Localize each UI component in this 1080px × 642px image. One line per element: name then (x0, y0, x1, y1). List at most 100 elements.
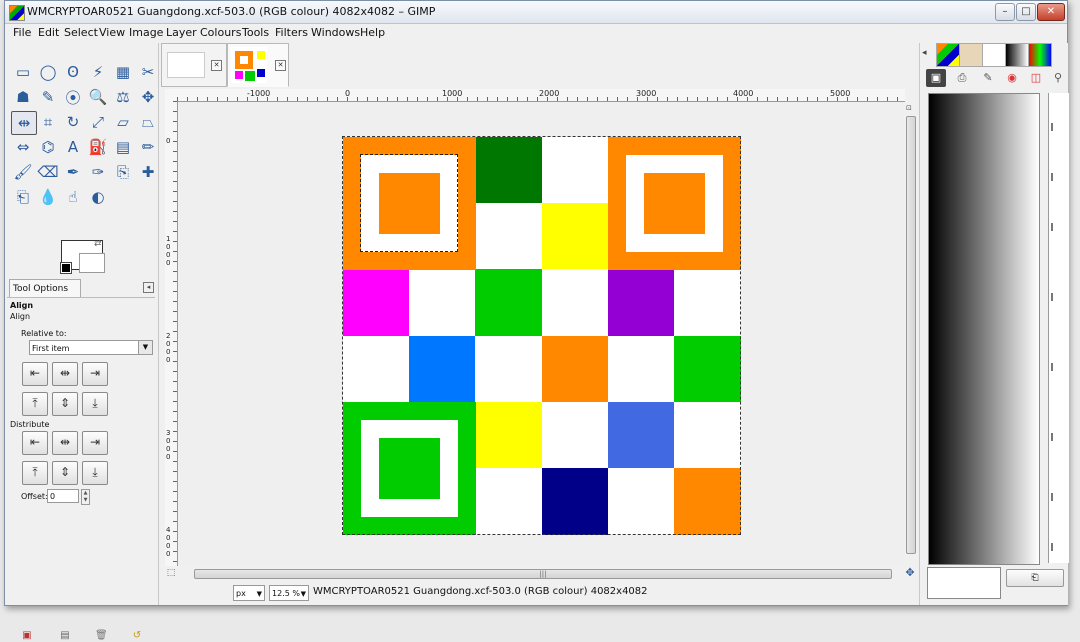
menu-help[interactable]: Help (360, 26, 385, 39)
menu-view[interactable]: View (99, 26, 125, 39)
color-wheel-icon[interactable]: ◉ (1002, 69, 1022, 87)
menu-windows[interactable]: Windows (311, 26, 360, 39)
tab-tool-options[interactable]: Tool Options (9, 279, 81, 297)
images-icon[interactable]: ▣ (926, 69, 946, 87)
save-options-icon[interactable]: ▣ (21, 630, 33, 642)
align-center-button[interactable]: ⇹ (52, 362, 78, 386)
unit-select[interactable]: px ▼ (233, 585, 265, 601)
paintbrush-icon[interactable]: 🖌 (11, 161, 35, 183)
menu-edit[interactable]: Edit (38, 26, 59, 39)
relative-to-select[interactable]: First item ▼ (29, 340, 153, 355)
gradient-preview[interactable] (928, 93, 1040, 565)
image-tab-1[interactable]: ✕ (161, 43, 227, 87)
align-left-button[interactable]: ⇤ (22, 362, 48, 386)
background-color-swatch[interactable] (79, 253, 105, 273)
distribute-right-button[interactable]: ⇥ (82, 431, 108, 455)
smudge-icon[interactable]: ☝ (61, 186, 85, 208)
close-icon[interactable]: ✕ (211, 60, 222, 71)
eraser-icon[interactable]: ⌫ (36, 161, 60, 183)
restore-options-icon[interactable]: ▤ (59, 630, 71, 642)
select-by-color-icon[interactable]: ▦ (111, 61, 135, 83)
dock-list-panel[interactable] (1048, 93, 1069, 563)
color-picker-icon[interactable]: ⦿ (61, 86, 85, 108)
scissors-select-icon[interactable]: ✂ (136, 61, 160, 83)
perspective-icon[interactable]: ⏢ (136, 111, 160, 133)
ellipse-select-icon[interactable]: ◯ (36, 61, 60, 83)
image-content[interactable] (343, 137, 741, 535)
menu-tools[interactable]: Tools (242, 26, 269, 39)
swap-colors-icon[interactable]: ⇄ (94, 239, 102, 249)
horizontal-scroll-thumb[interactable]: ||| (194, 569, 892, 579)
paint-dynamics-icon[interactable]: ✎ (978, 69, 998, 87)
title-bar[interactable]: WMCRYPTOAR0521 Guangdong.xcf-503.0 (RGB … (5, 1, 1067, 24)
bucket-fill-icon[interactable]: ⛽ (86, 136, 110, 158)
vertical-scroll-thumb[interactable] (906, 116, 916, 554)
menu-select[interactable]: Select (64, 26, 98, 39)
zoom-icon[interactable]: 🔍 (86, 86, 110, 108)
align-right-button[interactable]: ⇥ (82, 362, 108, 386)
reset-options-icon[interactable]: ↺ (131, 630, 143, 642)
brush-preview[interactable] (927, 567, 1001, 599)
distribute-top-button[interactable]: ⤒ (22, 461, 48, 485)
align-top-button[interactable]: ⤒ (22, 392, 48, 416)
menu-filters[interactable]: Filters (275, 26, 308, 39)
fuzzy-select-icon[interactable]: ⚡ (86, 61, 110, 83)
dock-menu-icon[interactable]: ◂ (922, 48, 927, 58)
image-tab-2[interactable]: ✕ (227, 43, 289, 87)
distribute-middle-button[interactable]: ⇕ (52, 461, 78, 485)
ink-icon[interactable]: ✑ (86, 161, 110, 183)
heal-icon[interactable]: ✚ (136, 161, 160, 183)
image-canvas[interactable] (178, 102, 904, 566)
align-icon[interactable]: ⇹ (11, 111, 37, 135)
close-icon[interactable]: ✕ (275, 60, 286, 71)
rotate-icon[interactable]: ↻ (61, 111, 85, 133)
document-history-icon[interactable]: ⎙ (952, 69, 972, 87)
align-bottom-button[interactable]: ⤓ (82, 392, 108, 416)
navigate-icon[interactable]: ✥ (904, 567, 916, 579)
tab-fonts[interactable] (982, 43, 1006, 67)
paths-icon[interactable]: ✎ (36, 86, 60, 108)
airbrush-icon[interactable]: ✒ (61, 161, 85, 183)
foreground-select-icon[interactable]: ☗ (11, 86, 35, 108)
tab-patterns[interactable] (936, 43, 960, 67)
menu-colours[interactable]: Colours (200, 26, 241, 39)
align-middle-button[interactable]: ⇕ (52, 392, 78, 416)
tab-palettes[interactable] (1028, 43, 1052, 67)
blur-icon[interactable]: 💧 (36, 186, 60, 208)
free-select-icon[interactable]: ʘ (61, 61, 85, 83)
tab-gradients[interactable] (1005, 43, 1029, 67)
pencil-icon[interactable]: ✏ (136, 136, 160, 158)
flip-icon[interactable]: ⇔ (11, 136, 35, 158)
offset-spinner[interactable]: ▲ ▼ (81, 489, 90, 505)
dodge-burn-icon[interactable]: ◐ (86, 186, 110, 208)
vertical-scrollbar[interactable]: ⊡ (904, 102, 916, 566)
default-colors-icon[interactable] (60, 262, 72, 274)
menu-file[interactable]: File (13, 26, 31, 39)
distribute-center-button[interactable]: ⇹ (52, 431, 78, 455)
zoom-fit-icon[interactable]: ⊡ (906, 104, 912, 112)
horizontal-scrollbar[interactable]: ||| (178, 567, 904, 579)
rect-select-icon[interactable]: ▭ (11, 61, 35, 83)
cage-transform-icon[interactable]: ⌬ (36, 136, 60, 158)
blend-icon[interactable]: ▤ (111, 136, 135, 158)
shear-icon[interactable]: ▱ (111, 111, 135, 133)
quick-mask-icon[interactable]: ⬚ (165, 567, 177, 579)
tool-presets-icon[interactable]: ◫ (1026, 69, 1046, 87)
offset-input[interactable]: 0 (47, 489, 79, 503)
vertical-ruler[interactable]: 0 1000 2000 3000 4000 (165, 101, 178, 566)
tool-options-menu-icon[interactable]: ◂ (143, 282, 154, 293)
minimize-button[interactable]: – (995, 3, 1015, 21)
menu-layer[interactable]: Layer (166, 26, 197, 39)
text-icon[interactable]: A (61, 136, 85, 158)
tab-brushes[interactable] (959, 43, 983, 67)
clone-icon[interactable]: ⎘ (111, 161, 135, 183)
horizontal-ruler[interactable]: -1000 0 1000 2000 3000 4000 5000 (177, 89, 905, 102)
fonts-icon[interactable]: ⚲ (1048, 69, 1068, 87)
distribute-left-button[interactable]: ⇤ (22, 431, 48, 455)
crop-icon[interactable]: ⌗ (36, 111, 60, 133)
scale-icon[interactable]: ⤢ (86, 111, 110, 133)
menu-image[interactable]: Image (129, 26, 163, 39)
perspective-clone-icon[interactable]: ⎗ (11, 186, 35, 208)
distribute-bottom-button[interactable]: ⤓ (82, 461, 108, 485)
selection-marquee[interactable] (360, 154, 459, 253)
